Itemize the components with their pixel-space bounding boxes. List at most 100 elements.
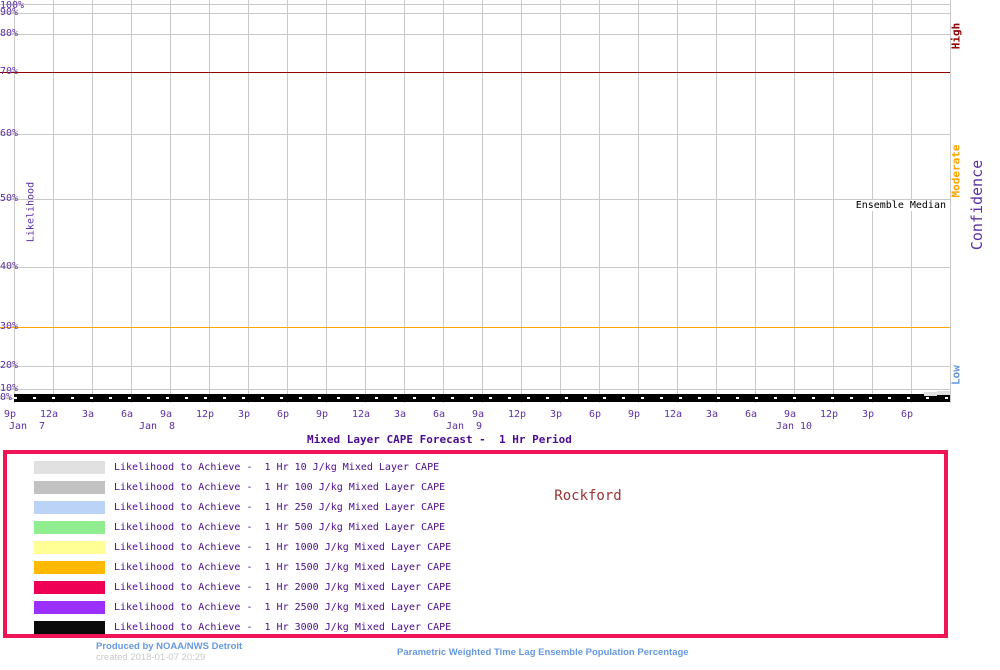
gridline-vertical [560,0,561,403]
confidence-band-label: Moderate [949,144,963,198]
gridline-vertical [326,0,327,403]
x-tick-label: 6a [432,409,446,420]
legend-swatch [34,501,105,514]
x-tick-label: 3p [549,409,563,420]
gridline-vertical [53,0,54,403]
y-tick-label: 60% [0,128,19,139]
legend-label: Likelihood to Achieve - 1 Hr 3000 J/kg M… [114,622,452,633]
gridline-vertical [950,0,951,403]
gridline-vertical [482,0,483,403]
legend-swatch [34,541,105,554]
x-tick-label: 9p [627,409,641,420]
x-tick-label: 6p [276,409,290,420]
x-date-label: Jan 10 [775,421,813,432]
gridline-horizontal [0,34,950,35]
footer-created-timestamp: created 2018-01-07 20:29 [96,652,206,663]
legend-swatch [34,621,105,634]
x-tick-label: 6a [744,409,758,420]
x-tick-label: 9p [315,409,329,420]
gridline-vertical [248,0,249,403]
legend-swatch [34,561,105,574]
gridline-vertical [92,0,93,403]
right-axis-label: Confidence [968,159,986,251]
gridline-vertical [404,0,405,403]
y-tick-label: 30% [0,321,19,332]
x-tick-label: 12p [507,409,527,420]
ensemble-median-label: Ensemble Median [853,200,948,211]
confidence-band-label: High [949,22,963,50]
legend-swatch [34,581,105,594]
gridline-vertical [287,0,288,403]
x-tick-label: 6p [588,409,602,420]
plot-area: Likelihood Confidence Ensemble Median 10… [0,0,1000,403]
chart-title: Mixed Layer CAPE Forecast - 1 Hr Period [307,433,572,446]
gridline-horizontal [0,134,950,135]
x-tick-label: 12p [819,409,839,420]
y-tick-label: 90% [0,7,19,18]
legend-label: Likelihood to Achieve - 1 Hr 1500 J/kg M… [114,562,452,573]
x-date-label: Jan 8 [138,421,176,432]
gridline-horizontal [0,4,950,5]
legend-box: Likelihood to Achieve - 1 Hr 10 J/kg Mix… [3,450,948,638]
y-tick-label: 40% [0,261,19,272]
gridline-vertical [521,0,522,403]
y-tick-label: 20% [0,360,19,371]
x-tick-label: 3p [861,409,875,420]
x-tick-label: 6a [120,409,134,420]
legend-label: Likelihood to Achieve - 1 Hr 10 J/kg Mix… [114,462,440,473]
x-tick-label: 12a [351,409,371,420]
x-tick-label: 3a [705,409,719,420]
gridline-vertical [170,0,171,403]
gridline-vertical [599,0,600,403]
x-tick-label: 9p [3,409,17,420]
gridline-vertical [638,0,639,403]
x-tick-label: 3a [393,409,407,420]
series-end-rise [937,391,950,395]
gridline-vertical [209,0,210,403]
gridline-vertical [755,0,756,403]
legend-label: Likelihood to Achieve - 1 Hr 250 J/kg Mi… [114,502,446,513]
footer-method-label: Parametric Weighted Time Lag Ensemble Po… [397,647,689,658]
x-tick-label: 9a [159,409,173,420]
gridline-horizontal [0,199,950,200]
gridline-vertical [365,0,366,403]
x-tick-label: 9a [471,409,485,420]
gridline-horizontal [0,13,950,14]
legend-label: Likelihood to Achieve - 1 Hr 2000 J/kg M… [114,582,452,593]
x-tick-label: 6p [900,409,914,420]
gridline-vertical [794,0,795,403]
location-label: Rockford [554,488,622,504]
gridline-vertical [833,0,834,403]
x-tick-label: 3p [237,409,251,420]
x-date-label: Jan 7 [8,421,46,432]
series-end-rise [924,392,937,396]
gridline-vertical [677,0,678,403]
gridline-vertical [716,0,717,403]
gridline-vertical [131,0,132,403]
threshold-line [0,72,950,73]
y-axis-label: Likelihood [25,181,37,243]
legend-label: Likelihood to Achieve - 1 Hr 1000 J/kg M… [114,542,452,553]
gridline-horizontal [0,366,950,367]
legend-swatch [34,481,105,494]
x-tick-label: 9a [783,409,797,420]
legend-swatch [34,601,105,614]
x-tick-label: 12a [663,409,683,420]
legend-swatch [34,461,105,474]
gridline-horizontal [0,389,950,390]
cape-forecast-chart: Likelihood Confidence Ensemble Median 10… [0,0,1000,670]
legend-swatch [34,521,105,534]
confidence-band-label: Low [949,365,963,385]
x-tick-label: 12a [39,409,59,420]
legend-label: Likelihood to Achieve - 1 Hr 2500 J/kg M… [114,602,452,613]
y-tick-label: 80% [0,28,19,39]
legend-label: Likelihood to Achieve - 1 Hr 500 J/kg Mi… [114,522,446,533]
x-tick-label: 3a [81,409,95,420]
legend-label: Likelihood to Achieve - 1 Hr 100 J/kg Mi… [114,482,446,493]
y-tick-label: 0% [0,392,13,403]
threshold-line [0,327,950,328]
x-tick-label: 12p [195,409,215,420]
x-date-label: Jan 9 [445,421,483,432]
footer-produced-by: Produced by NOAA/NWS Detroit [96,641,243,652]
ensemble-median-dashes [14,397,950,399]
